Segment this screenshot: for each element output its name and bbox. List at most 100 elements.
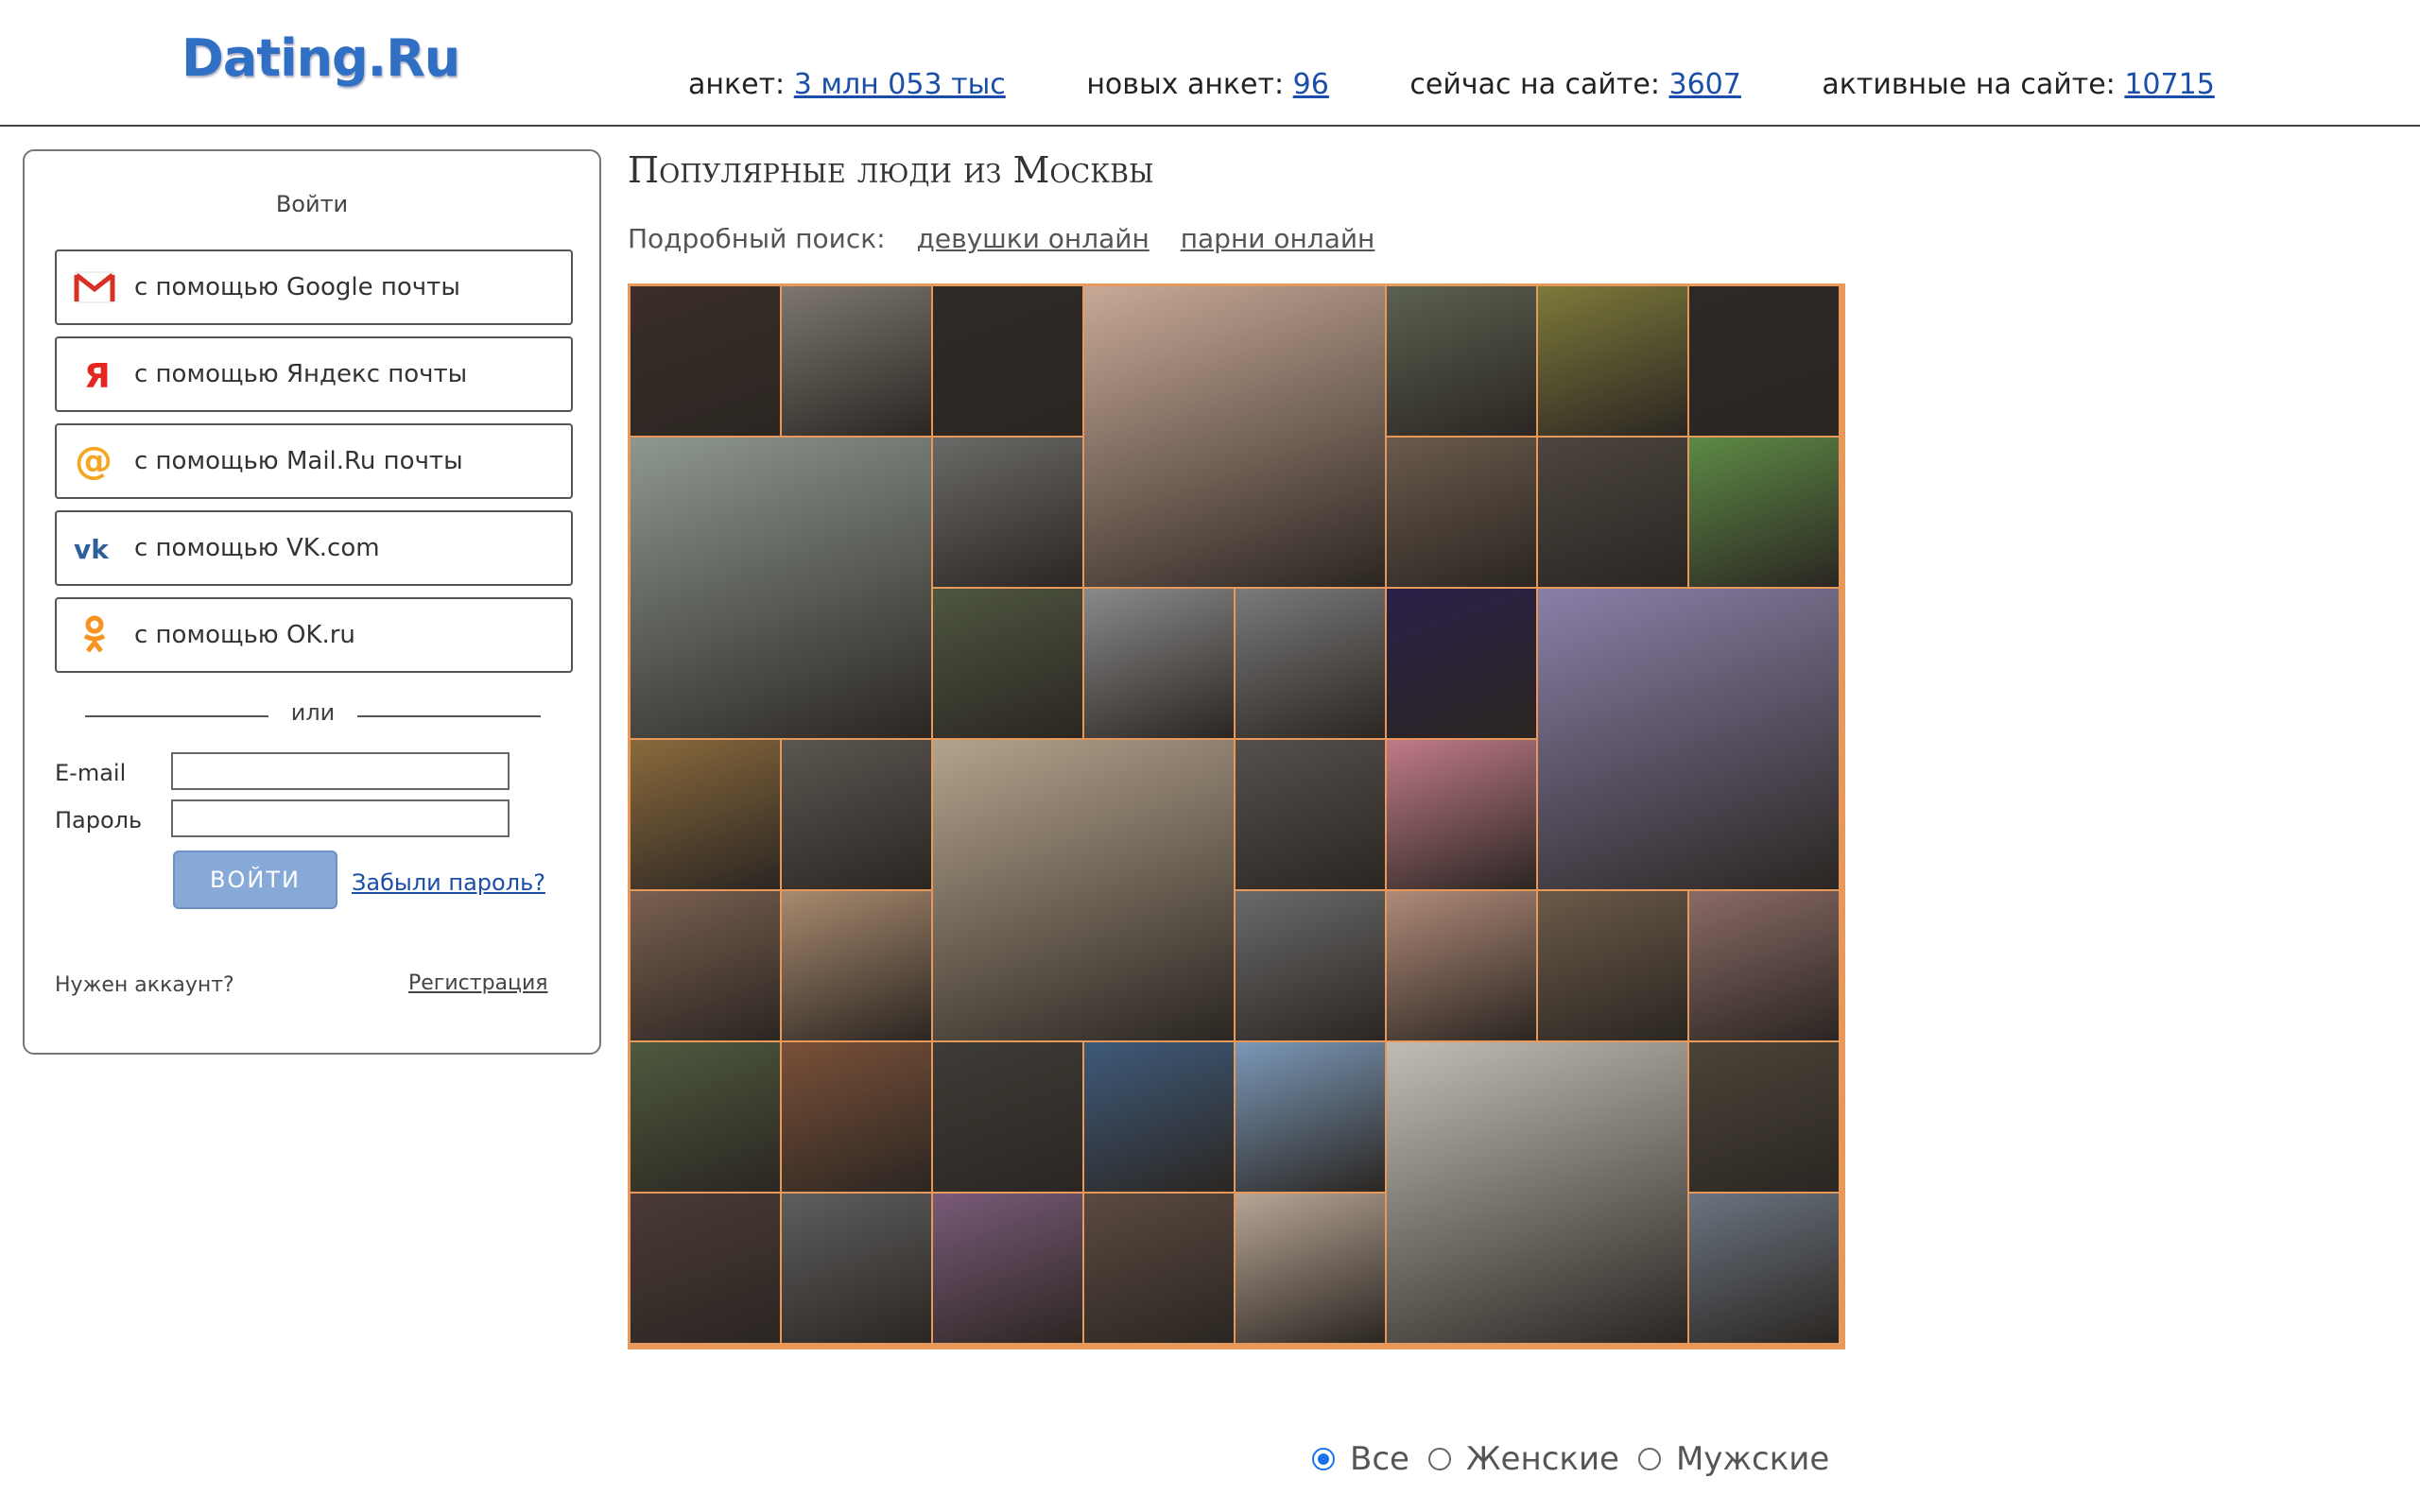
profile-photo[interactable] [1386,1041,1688,1344]
filter-female[interactable]: Женские [1427,1440,1619,1478]
profile-photo[interactable] [781,285,932,437]
site-stats: анкет: 3 млн 053 тыс новых анкет: 96 сей… [688,68,2287,101]
profile-photo[interactable] [1235,588,1386,739]
email-field[interactable] [171,752,510,790]
filter-female-label: Женские [1465,1440,1619,1478]
profile-photo[interactable] [1688,890,1840,1041]
profile-photo[interactable] [932,1193,1083,1344]
stat-label: новых анкет: [1086,68,1285,101]
password-field[interactable] [171,799,510,837]
login-title: Войти [275,191,349,217]
profile-photo[interactable] [1235,1193,1386,1344]
stat-label: активные на сайте: [1822,68,2116,101]
register-link[interactable]: Регистрация [408,971,548,995]
profile-photo[interactable] [1386,285,1537,437]
login-google-button[interactable]: с помощью Google почты [55,249,573,325]
gender-filter: Все Женские Мужские [1312,1440,1848,1478]
radio-female[interactable] [1427,1448,1451,1470]
login-submit-button[interactable]: ВОЙТИ [173,850,337,909]
profile-photo[interactable] [1537,588,1840,890]
site-logo[interactable]: Dating.Ru [182,28,460,88]
login-mailru-label: с помощью Mail.Ru почты [134,447,463,475]
login-vk-label: с помощью VK.com [134,534,380,562]
profile-photo[interactable] [1386,890,1537,1041]
radio-male[interactable] [1637,1448,1661,1470]
stat-active: активные на сайте: 10715 [1822,68,2214,101]
popular-photos-grid [628,284,1845,1349]
or-separator: или [85,699,541,731]
vk-icon: vk [74,527,115,569]
yandex-icon: Я [74,353,115,395]
profile-photo[interactable] [1235,890,1386,1041]
profile-photo[interactable] [781,890,932,1041]
email-label: E-mail [55,760,127,786]
stat-new-profiles: новых анкет: 96 [1086,68,1329,101]
gmail-icon [74,266,115,308]
profile-photo[interactable] [1386,739,1537,890]
profile-photo[interactable] [1386,437,1537,588]
stat-new-profiles-link[interactable]: 96 [1293,68,1329,101]
login-yandex-label: с помощью Яндекс почты [134,360,468,388]
stat-label: сейчас на сайте: [1409,68,1660,101]
login-panel: Войти с помощью Google почты Я с помощью… [23,149,601,1055]
profile-photo[interactable] [1235,739,1386,890]
site-header: Dating.Ru анкет: 3 млн 053 тыс новых анк… [0,0,2420,127]
profile-photo[interactable] [1235,1041,1386,1193]
svg-text:@: @ [75,441,112,481]
forgot-password-link[interactable]: Забыли пароль? [352,869,545,896]
advanced-search: Подробный поиск: девушки онлайн парни он… [628,223,1374,254]
page-title: Популярные люди из Москвы [628,149,1154,191]
stat-profiles-link[interactable]: 3 млн 053 тыс [794,68,1006,101]
stat-profiles: анкет: 3 млн 053 тыс [688,68,1006,101]
profile-photo[interactable] [932,739,1235,1041]
profile-photo[interactable] [1083,1193,1235,1344]
profile-photo[interactable] [1386,588,1537,739]
profile-photo[interactable] [1688,1041,1840,1193]
mailru-icon: @ [74,440,115,482]
profile-photo[interactable] [781,739,932,890]
login-yandex-button[interactable]: Я с помощью Яндекс почты [55,336,573,412]
ok-icon [74,614,115,656]
profile-photo[interactable] [932,437,1083,588]
profile-photo[interactable] [1083,588,1235,739]
filter-male[interactable]: Мужские [1637,1440,1830,1478]
profile-photo[interactable] [781,1041,932,1193]
profile-photo[interactable] [630,1193,781,1344]
svg-text:Я: Я [84,357,109,393]
profile-photo[interactable] [630,1041,781,1193]
guys-online-link[interactable]: парни онлайн [1181,223,1375,254]
profile-photo[interactable] [1083,1041,1235,1193]
login-ok-button[interactable]: с помощью OK.ru [55,597,573,673]
profile-photo[interactable] [630,285,781,437]
profile-photo[interactable] [1083,285,1386,588]
separator-line [357,715,541,717]
login-ok-label: с помощью OK.ru [134,621,355,649]
password-label: Пароль [55,807,143,833]
profile-photo[interactable] [1537,285,1688,437]
profile-photo[interactable] [1537,437,1688,588]
filter-all-label: Все [1350,1440,1409,1478]
profile-photo[interactable] [1688,437,1840,588]
profile-photo[interactable] [932,285,1083,437]
filter-male-label: Мужские [1675,1440,1830,1478]
profile-photo[interactable] [1688,285,1840,437]
login-google-label: с помощью Google почты [134,273,460,301]
profile-photo[interactable] [630,437,932,739]
profile-photo[interactable] [932,1041,1083,1193]
login-vk-button[interactable]: vk с помощью VK.com [55,510,573,586]
profile-photo[interactable] [630,739,781,890]
login-mailru-button[interactable]: @ с помощью Mail.Ru почты [55,423,573,499]
profile-photo[interactable] [1688,1193,1840,1344]
stat-online-now-link[interactable]: 3607 [1668,68,1740,101]
radio-all[interactable] [1312,1448,1335,1470]
stat-online-now: сейчас на сайте: 3607 [1409,68,1740,101]
profile-photo[interactable] [781,1193,932,1344]
stat-active-link[interactable]: 10715 [2124,68,2214,101]
profile-photo[interactable] [932,588,1083,739]
profile-photo[interactable] [630,890,781,1041]
filter-all[interactable]: Все [1312,1440,1409,1478]
separator-text: или [290,699,336,726]
profile-photo[interactable] [1537,890,1688,1041]
girls-online-link[interactable]: девушки онлайн [917,223,1150,254]
stat-label: анкет: [688,68,786,101]
